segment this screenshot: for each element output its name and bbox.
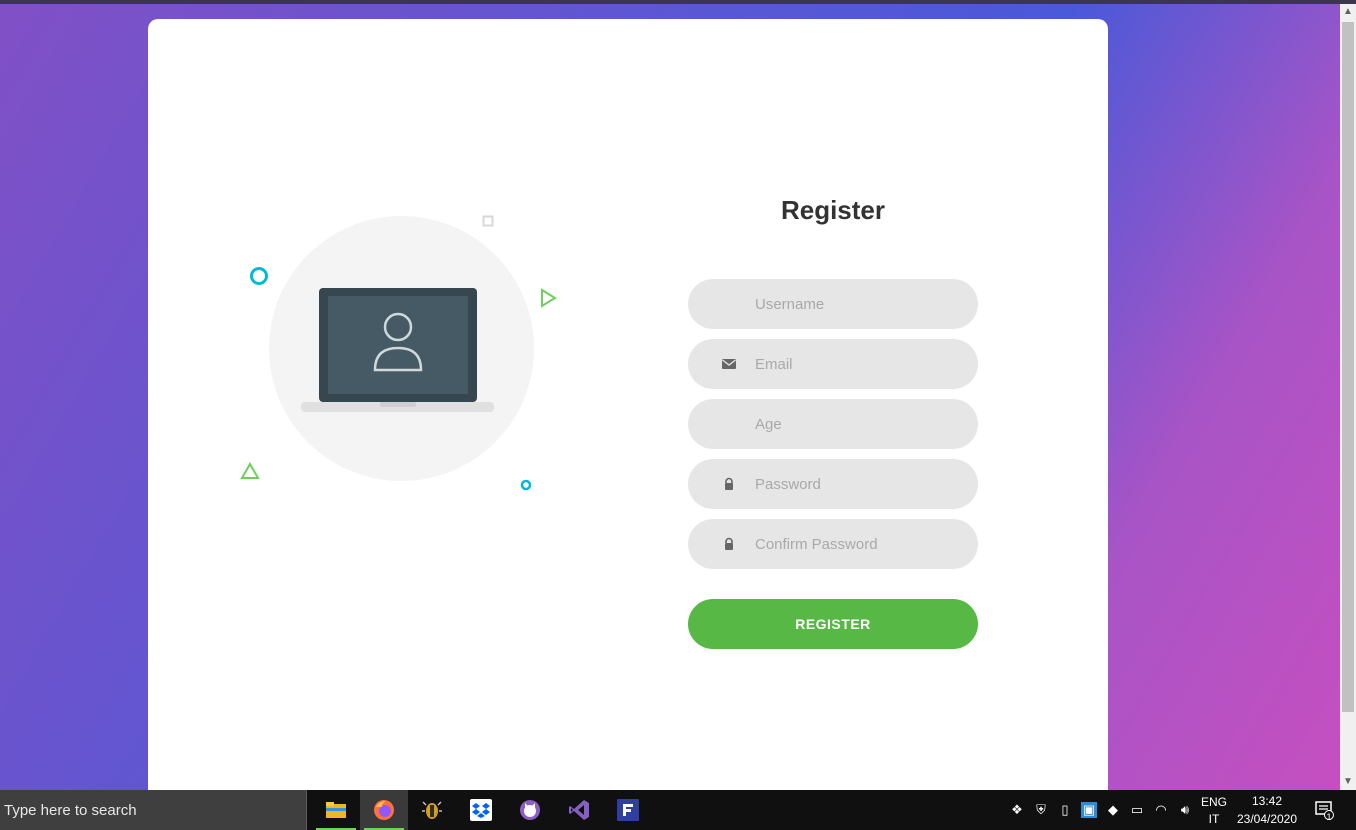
scroll-up-icon[interactable]: ▲ — [1340, 4, 1356, 20]
flow-button[interactable] — [604, 790, 652, 830]
shield-tray-icon[interactable]: ⛨ — [1033, 802, 1049, 818]
dropbox-tray-icon[interactable]: ❖ — [1009, 802, 1025, 818]
email-input[interactable] — [755, 339, 965, 389]
small-ring-decoration-icon — [520, 479, 532, 491]
visual-studio-icon — [569, 800, 589, 820]
age-input[interactable] — [755, 399, 965, 449]
taskbar-search[interactable] — [0, 790, 307, 830]
file-explorer-button[interactable] — [312, 790, 360, 830]
email-field[interactable] — [688, 339, 978, 389]
diamond-tray-icon[interactable]: ◆ — [1105, 802, 1121, 818]
volume-icon[interactable]: 🔊︎ — [1177, 802, 1193, 818]
confirm-password-field[interactable] — [688, 519, 978, 569]
keyboard-layout[interactable]: IT — [1200, 812, 1228, 826]
square-decoration-icon — [482, 215, 494, 227]
firefox-button[interactable] — [360, 790, 408, 830]
scroll-down-icon[interactable]: ▼ — [1340, 774, 1356, 790]
register-card: Register REGISTER — [148, 19, 1108, 819]
bug-tracker-button[interactable] — [408, 790, 456, 830]
password-input[interactable] — [755, 459, 965, 509]
username-input[interactable] — [755, 279, 965, 329]
dropbox-icon — [470, 799, 492, 821]
age-field[interactable] — [688, 399, 978, 449]
form-title: Register — [780, 195, 886, 225]
battery-icon[interactable]: ▭ — [1129, 802, 1145, 818]
wifi-icon[interactable]: ◠ — [1153, 802, 1169, 818]
github-desktop-button[interactable] — [506, 790, 554, 830]
notification-center-icon[interactable]: 1 — [1315, 800, 1335, 822]
app-tray-icon[interactable]: ▣ — [1081, 802, 1097, 818]
ring-decoration-icon — [250, 267, 268, 285]
lock-icon — [725, 477, 733, 490]
taskbar-search-input[interactable] — [4, 800, 294, 820]
clock-date[interactable]: 23/04/2020 — [1232, 812, 1302, 826]
notification-count: 1 — [1326, 812, 1332, 822]
triangle-up-decoration-icon — [240, 462, 260, 479]
confirm-password-input[interactable] — [755, 519, 965, 569]
clock-time[interactable]: 13:42 — [1232, 794, 1302, 808]
password-field[interactable] — [688, 459, 978, 509]
bug-icon — [422, 801, 442, 819]
usb-tray-icon[interactable]: ▯ — [1057, 802, 1073, 818]
github-cat-icon — [520, 800, 540, 820]
laptop-user-icon — [301, 288, 494, 412]
folder-icon — [326, 802, 346, 818]
register-button[interactable]: REGISTER — [688, 599, 978, 649]
username-field[interactable] — [688, 279, 978, 329]
scroll-thumb[interactable] — [1342, 22, 1354, 712]
taskbar: ❖ ⛨ ▯ ▣ ◆ ▭ ◠ 🔊︎ ENG IT 13:42 23/04/2020… — [0, 790, 1356, 830]
lock-icon — [725, 537, 733, 550]
firefox-icon — [374, 800, 394, 820]
illustration — [240, 194, 570, 494]
envelope-icon — [722, 359, 736, 369]
triangle-right-decoration-icon — [541, 288, 557, 308]
flow-app-icon — [617, 799, 639, 821]
dropbox-button[interactable] — [457, 790, 505, 830]
vertical-scrollbar[interactable]: ▲ ▼ — [1340, 4, 1356, 790]
visual-studio-button[interactable] — [555, 790, 603, 830]
language-code[interactable]: ENG — [1200, 795, 1228, 809]
